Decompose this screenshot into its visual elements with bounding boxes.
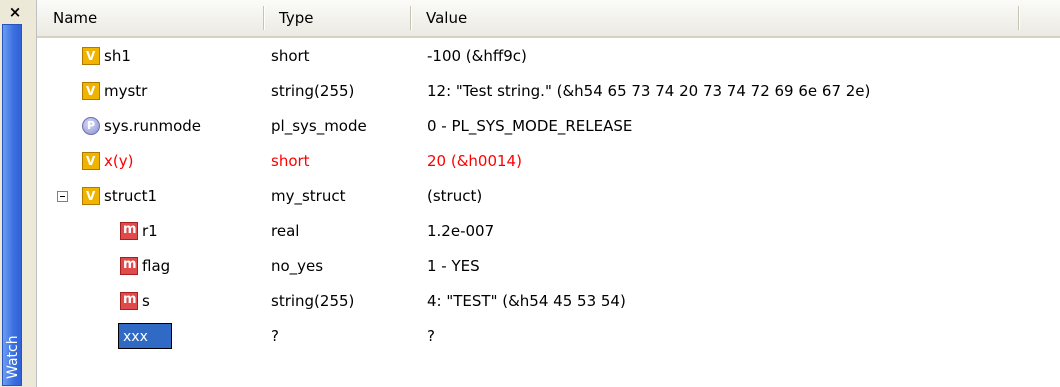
property-icon — [82, 117, 100, 135]
variable-icon — [82, 152, 100, 170]
member-icon — [120, 291, 138, 310]
variable-icon — [82, 47, 100, 65]
name-cell: struct1 — [37, 179, 263, 214]
row-value: 12: "Test string." (&h54 65 73 74 20 73 … — [427, 82, 871, 100]
row-name: flag — [142, 257, 171, 275]
column-header-name[interactable]: Name — [37, 0, 263, 36]
collapse-toggle-icon[interactable] — [57, 191, 68, 202]
watch-row-member[interactable]: flag no_yes 1 - YES — [37, 249, 1060, 284]
name-cell: sh1 — [37, 39, 263, 74]
row-value: 1.2e-007 — [427, 222, 495, 240]
name-cell: flag — [37, 249, 263, 284]
row-name: struct1 — [104, 187, 158, 205]
row-type: string(255) — [271, 292, 355, 310]
name-cell: sys.runmode — [37, 109, 263, 144]
row-type: ? — [271, 327, 279, 345]
row-type: real — [271, 222, 300, 240]
name-cell: mystr — [37, 74, 263, 109]
watch-row-new[interactable]: xxx ? ? — [37, 319, 1060, 354]
row-type: string(255) — [271, 82, 355, 100]
watch-row-changed[interactable]: x(y) short 20 (&h0014) — [37, 144, 1060, 179]
watch-row[interactable]: sh1 short -100 (&hff9c) — [37, 39, 1060, 74]
row-value: -100 (&hff9c) — [427, 47, 527, 65]
name-cell: r1 — [37, 214, 263, 249]
watch-name-edit-field[interactable]: xxx — [118, 323, 172, 349]
row-value: 20 (&h0014) — [427, 152, 522, 170]
row-name: sh1 — [104, 47, 131, 65]
close-icon[interactable]: × — [6, 4, 24, 20]
name-cell: s — [37, 284, 263, 319]
row-type: short — [271, 47, 310, 65]
row-type: my_struct — [271, 187, 346, 205]
watch-row-member[interactable]: s string(255) 4: "TEST" (&h54 45 53 54) — [37, 284, 1060, 319]
watch-row[interactable]: struct1 my_struct (struct) — [37, 179, 1060, 214]
row-value: 1 - YES — [427, 257, 480, 275]
column-divider[interactable] — [1018, 6, 1019, 30]
watch-row-member[interactable]: r1 real 1.2e-007 — [37, 214, 1060, 249]
row-value: ? — [427, 327, 435, 345]
watch-grid: Name Type Value sh1 short -100 (&hff9c) … — [36, 0, 1060, 387]
row-value: 4: "TEST" (&h54 45 53 54) — [427, 292, 626, 310]
watch-tab-strip: × Watch — [0, 0, 36, 387]
variable-icon — [82, 82, 100, 100]
watch-row[interactable]: mystr string(255) 12: "Test string." (&h… — [37, 74, 1060, 109]
column-header: Name Type Value — [37, 0, 1060, 38]
row-type: short — [271, 152, 310, 170]
member-icon — [120, 256, 138, 275]
member-icon — [120, 221, 138, 240]
row-type: pl_sys_mode — [271, 117, 367, 135]
row-value: (struct) — [427, 187, 483, 205]
row-name: s — [142, 292, 150, 310]
column-header-type[interactable]: Type — [263, 0, 410, 36]
watch-tab[interactable]: Watch — [2, 24, 22, 386]
row-name: r1 — [142, 222, 158, 240]
row-name: sys.runmode — [104, 117, 201, 135]
row-type: no_yes — [271, 257, 324, 275]
column-header-value[interactable]: Value — [410, 0, 1018, 36]
row-value: 0 - PL_SYS_MODE_RELEASE — [427, 117, 633, 135]
row-name: x(y) — [104, 152, 134, 170]
watch-tab-label: Watch — [5, 335, 21, 379]
variable-icon — [82, 187, 100, 205]
name-cell: xxx — [37, 319, 263, 354]
row-name: mystr — [104, 82, 148, 100]
name-cell: x(y) — [37, 144, 263, 179]
watch-row[interactable]: sys.runmode pl_sys_mode 0 - PL_SYS_MODE_… — [37, 109, 1060, 144]
